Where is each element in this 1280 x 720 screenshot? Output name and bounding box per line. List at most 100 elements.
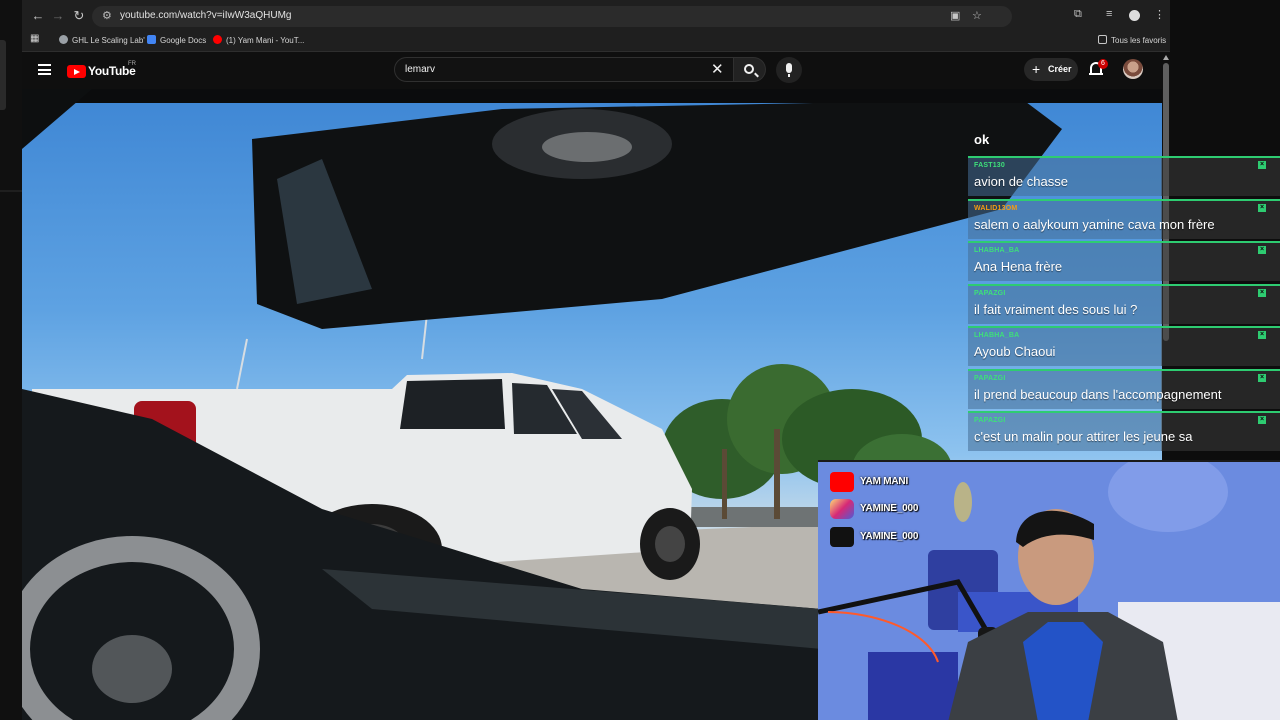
create-label: Créer [1048, 64, 1072, 74]
wall-decoration [954, 482, 972, 522]
chat-close-icon: × [1258, 161, 1266, 169]
chat-close-icon: × [1258, 288, 1266, 297]
site-info-icon[interactable]: ⚙ [102, 9, 112, 22]
search-button[interactable] [734, 57, 766, 82]
chat-close-icon: × [1258, 331, 1266, 339]
globe-icon [59, 35, 68, 44]
apps-grid-icon[interactable]: ▦ [30, 33, 39, 44]
desktop-left-edge [0, 0, 22, 720]
hamburger-menu-icon[interactable] [38, 64, 51, 75]
search-icon [744, 64, 754, 74]
microphone-icon [786, 63, 792, 77]
browser-toolbar: ← → ↻ ⚙ youtube.com/watch?v=iIwW3aQHUMg … [22, 0, 1170, 32]
street-light [421, 313, 428, 360]
notification-count-badge: 6 [1098, 59, 1108, 69]
url-text[interactable]: youtube.com/watch?v=iIwW3aQHUMg [120, 10, 291, 21]
bookmark-label: Google Docs [160, 36, 207, 45]
chat-close-icon: × [1258, 416, 1266, 424]
chat-message-accent [968, 326, 1280, 328]
menu-kebab-icon[interactable]: ⋮ [1154, 8, 1165, 21]
desktop-edge-handle [0, 40, 6, 110]
bookmark-item[interactable]: Google Docs [147, 35, 206, 45]
chat-username: FAST130 [974, 162, 1005, 169]
chat-message: FAST130 avion de chasse × [968, 156, 1280, 196]
back-icon[interactable]: ← [30, 8, 46, 24]
chat-text: Ayoub Chaoui [974, 344, 1056, 359]
chat-message: LHABHA_BA Ana Hena frère × [968, 241, 1280, 281]
search-query[interactable]: lemarv [405, 64, 435, 75]
region-code: FR [128, 61, 136, 67]
bookmark-item[interactable]: GHL Le Scaling Lab' [59, 35, 145, 45]
folder-label: Tous les favoris [1111, 36, 1167, 45]
profile-icon[interactable] [1129, 10, 1140, 21]
voice-search-button[interactable] [776, 57, 802, 83]
forward-icon[interactable]: → [50, 8, 66, 24]
media-control-icon[interactable]: ≡ [1106, 8, 1112, 20]
chat-username: PAPAZGI [974, 374, 1006, 382]
docs-icon [147, 35, 156, 44]
account-avatar[interactable] [1123, 59, 1143, 79]
steering-hub [92, 635, 172, 703]
youtube-header: YouTube FR lemarv ✕ + Créer 6 [22, 53, 1170, 89]
rear-view-mirror [252, 99, 1062, 329]
chat-message: PAPAZGI il fait vraiment des sous lui ? × [968, 283, 1280, 324]
webcam-overlay: YAM MANI YAMINE_000 YAMINE_000 [818, 460, 1280, 720]
desk-item [868, 652, 958, 720]
chat-message: LHABHA_BA Ayoub Chaoui × [968, 326, 1280, 366]
all-bookmarks-folder[interactable]: Tous les favoris [1098, 35, 1166, 45]
youtube-play-icon [67, 65, 86, 78]
chat-message: PAPAZGI c'est un malin pour attirer les j… [968, 411, 1280, 451]
chat-username: LHABHA_BA [974, 247, 1020, 254]
clear-search-icon[interactable]: ✕ [711, 61, 724, 78]
youtube-icon [830, 472, 854, 492]
chat-text: c'est un malin pour attirer les jeune sa [974, 429, 1193, 444]
chat-text: avion de chasse [974, 174, 1068, 189]
search-input[interactable]: lemarv ✕ [394, 57, 734, 82]
chat-message-accent [968, 411, 1280, 413]
plus-icon: + [1032, 61, 1041, 77]
cast-icon[interactable]: ▣ [950, 9, 960, 22]
chat-username: PAPAZGI [974, 289, 1006, 297]
create-button[interactable]: + Créer [1024, 58, 1078, 81]
chat-message-accent [968, 283, 1280, 286]
youtube-icon [213, 35, 222, 44]
social-handle: YAMINE_000 [860, 531, 919, 542]
stream-chat-overlay: ok FAST130 avion de chasse × WALID13OM salem… [968, 128, 1280, 460]
webcam-frame [818, 462, 1280, 720]
windshield-frame [22, 89, 1162, 103]
person-shirt [1023, 622, 1103, 720]
bookmark-star-icon[interactable]: ☆ [972, 9, 982, 22]
reload-icon[interactable]: ↻ [71, 8, 87, 24]
chat-close-icon: × [1258, 203, 1266, 212]
screen: ← → ↻ ⚙ youtube.com/watch?v=iIwW3aQHUMg … [0, 0, 1280, 720]
social-handle: YAMINE_000 [860, 503, 919, 514]
chat-close-icon: × [1258, 246, 1266, 254]
chat-text: salem o aalykoum yamine cava mon frère [974, 216, 1215, 232]
address-bar[interactable]: ⚙ youtube.com/watch?v=iIwW3aQHUMg ▣ ☆ [92, 6, 1012, 27]
scroll-up-arrow-icon[interactable] [1163, 55, 1169, 60]
desktop-divider [0, 190, 22, 192]
folder-icon [1098, 35, 1107, 44]
chat-partial-message: ok [974, 132, 990, 147]
social-handle: YAM MANI [860, 476, 909, 487]
chat-close-icon: × [1258, 373, 1266, 382]
street-light [236, 338, 248, 390]
bookmarks-bar: ▦ GHL Le Scaling Lab' Google Docs (1) Ya… [22, 32, 1170, 52]
bookmark-label: GHL Le Scaling Lab' [72, 36, 145, 45]
chat-username: PAPAZGI [974, 417, 1006, 424]
chat-username: LHABHA_BA [974, 332, 1020, 339]
chat-message-accent [968, 156, 1280, 158]
chat-username: WALID13OM [974, 204, 1018, 212]
chat-text: il prend beaucoup dans l'accompagnement [974, 386, 1222, 402]
instagram-icon [830, 499, 854, 519]
chat-message: WALID13OM salem o aalykoum yamine cava mo… [968, 198, 1280, 239]
chat-text: il fait vraiment des sous lui ? [974, 301, 1138, 317]
chat-message: PAPAZGI il prend beaucoup dans l'accompag… [968, 368, 1280, 409]
a-pillar [22, 89, 92, 149]
chat-message-accent [968, 198, 1280, 201]
tiktok-icon [830, 527, 854, 547]
chat-message-accent [968, 241, 1280, 243]
chat-message-accent [968, 368, 1280, 371]
extensions-icon[interactable]: ⧉ [1074, 8, 1082, 21]
bookmark-item[interactable]: (1) Yam Mani - YouT... [213, 35, 304, 45]
